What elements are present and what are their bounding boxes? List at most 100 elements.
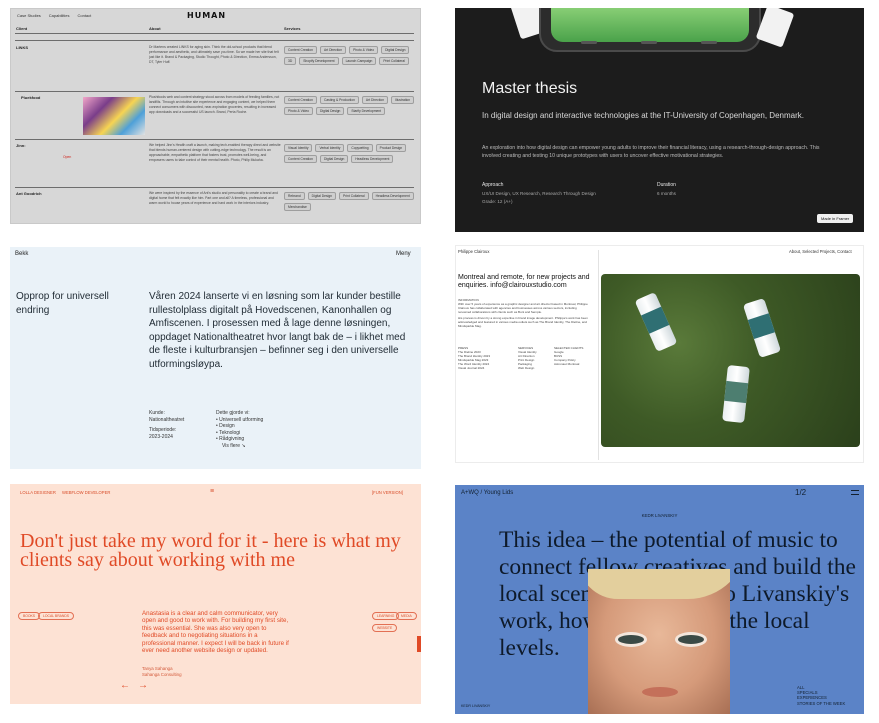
client-name[interactable]: Jinn: [16,143,26,148]
master-thesis-card[interactable]: Master thesis In digital design and inte… [455,8,864,232]
testimonial-author: Tanya Sahanga Sahanga Consulting [142,666,182,677]
hair-shape [588,569,730,599]
column-header-services: Services [284,26,301,31]
divider [15,187,414,188]
tag-pill[interactable]: MEDIA [396,612,417,620]
approach-value: UX/UI Design, UX Research, Research Thro… [482,191,596,196]
phone-mockup [539,8,761,52]
testimonial-quote: Anastasia is a clear and calm communicat… [142,610,289,655]
tag-pill[interactable]: BOOKS [18,612,41,620]
top-nav[interactable]: About, Selected Projects, Contact [789,249,852,254]
show-more-link[interactable]: Vis flere ↘ [216,443,263,450]
client-about: Dr Martens created LINKS for aging skin.… [149,45,279,64]
tag-pill[interactable]: LOCAL BRANDS [38,612,75,620]
side-tab[interactable] [417,636,421,652]
service-chip: Verbal Identity [315,144,345,152]
services-list: Rebrand Digital Design Print Collateral … [284,192,416,211]
tag-pill[interactable]: WEBSITE [372,624,398,632]
testimonials-card[interactable]: LOLLA DESIGNER WEBFLOW DEVELOPER ≡ [FUN … [10,484,421,704]
human-portfolio-card[interactable]: Case Studies Capabilities Contact HUMAN … [10,8,421,224]
services-list: Content Creation Casting & Production Ar… [284,96,416,115]
brand-logo[interactable]: Bekk [15,251,28,257]
duration-value: 6 months [657,191,676,196]
menu-button[interactable]: Meny [396,251,411,257]
bekk-case-card[interactable]: Bekk Meny Opprop for universell endring … [10,247,421,469]
site-title[interactable]: A+WQ / Young Lids [461,490,513,496]
site-name[interactable]: Philippe Clairoux [458,249,489,254]
service-chip: Starify Development [347,107,386,115]
human-logo[interactable]: HUMAN [187,11,226,20]
side-menu-item[interactable]: STORIES OF THE WEEK [797,701,845,706]
made-in-framer-badge[interactable]: Made in Framer [817,214,854,223]
testimonial-heading: Don't just take my word for it - here is… [20,530,401,571]
info-text: His process is driven by a strong expert… [458,316,588,328]
open-link[interactable]: Open [63,155,71,159]
eye-shape [678,635,704,644]
service-chip: Headless Development [371,192,414,200]
kunde-label: Kunde: [149,410,165,416]
service-chip: Visual Identity [284,144,313,152]
service-chip: Art Direction [319,46,347,54]
section-heading: Opprop for universell endring [16,291,109,316]
author-company: Sahanga Consulting [142,671,182,677]
divider [15,91,414,92]
footer-label: KEDR LIVANSKIY [461,704,491,708]
service-chip: Digital Design [319,155,349,163]
phone-button [581,41,597,44]
list-item: Astronaut Montreal [554,362,580,366]
prev-arrow-icon[interactable]: ← [120,680,130,691]
side-menu: ALL SPECIALS EXPERIENCES STORIES OF THE … [797,685,845,706]
next-arrow-icon[interactable]: → [138,680,148,691]
fun-version-link[interactable]: [FUN VERSION] [372,490,403,495]
thesis-subtitle: In digital design and interactive techno… [482,111,804,120]
service-chip: Casting & Production [319,96,359,104]
menu-icon[interactable]: ≡ [210,488,214,495]
project-photo[interactable] [601,274,860,447]
services-column: SERVICES Visual Identity Art Direction P… [518,346,554,370]
livanskiy-editorial-card[interactable]: A+WQ / Young Lids 1/2 KEDR LIVANSKIY Thi… [455,485,864,714]
services-list: Content Creation Art Direction Photo & V… [284,46,416,65]
service-chip: Launch Campaign [341,57,377,65]
press-column: PRESS The Dieline 2023 The Brand Identit… [458,346,498,370]
lip-shape [642,687,678,697]
menu-icon[interactable] [851,490,859,495]
client-name[interactable]: Ant Goodrich [16,191,42,196]
client-about: Plushfoods web and content strategy stoo… [149,95,280,114]
list-item: • Design [216,423,235,430]
info-text: With over 5 years of experience as a gra… [458,302,588,314]
nav-case-studies[interactable]: Case Studies [17,13,41,18]
service-chip: Art Direction [361,96,389,104]
nav-contact[interactable]: Contact [77,13,91,18]
nav-mid[interactable]: WEBFLOW DEVELOPER [62,490,110,495]
client-name[interactable]: Pluekfood [21,95,40,100]
human-nav: Case Studies Capabilities Contact [17,13,91,18]
service-chip: Digital Design [316,107,345,115]
artist-label: KEDR LIVANSKIY [641,513,678,518]
phone-button [701,41,717,44]
case-body-text: Våren 2024 lanserte vi en løsning som la… [149,291,406,370]
client-info: Kunde: Nationaltheatret Tidsperiode: 202… [149,410,184,440]
done-label: Dette gjorde vi: [216,410,250,416]
grade-value: Grade: 12 (A+) [482,199,513,204]
phone-screen [551,8,749,42]
service-chip: Print Collateral [379,57,409,65]
project-thumbnail[interactable] [83,97,145,135]
headline: Montreal and remote, for new projects an… [458,274,590,290]
service-chip: Print Collateral [339,192,369,200]
eye-shape [618,635,644,644]
divider [15,33,414,34]
service-chip: Photo & Video [284,107,314,115]
service-chip: Digital Design [381,46,410,54]
service-chip: Photo & Video [349,46,379,54]
column-header-about: About [149,26,161,31]
divider [15,139,414,140]
nav-left[interactable]: LOLLA DESIGNER [20,490,56,495]
client-name[interactable]: LINKS [16,45,28,50]
service-chip: Merchandise [284,203,311,211]
service-chip: Rebrand [284,192,305,200]
nav-capabilities[interactable]: Capabilities [49,13,70,18]
clairoux-portfolio-card[interactable]: Philippe Clairoux About, Selected Projec… [455,245,864,463]
service-chip: Product Design [375,144,407,152]
service-chip: Shopify Development [299,57,339,65]
service-chip: Headless Development [351,155,394,163]
